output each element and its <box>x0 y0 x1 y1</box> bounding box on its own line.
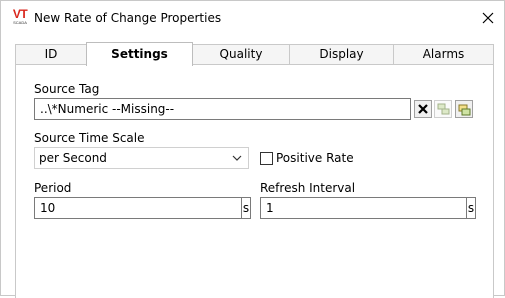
source-time-scale-select[interactable]: per Second <box>34 147 249 169</box>
close-icon <box>482 12 494 24</box>
close-button[interactable] <box>477 8 499 28</box>
source-tag-label: Source Tag <box>34 82 100 96</box>
tab-quality[interactable]: Quality <box>192 44 290 65</box>
tab-settings[interactable]: Settings <box>86 42 193 66</box>
tag-browse-button[interactable] <box>434 100 452 118</box>
chevron-down-icon <box>232 155 242 161</box>
refresh-interval-label: Refresh Interval <box>260 181 356 195</box>
period-label: Period <box>34 181 72 195</box>
tab-id[interactable]: ID <box>15 44 87 65</box>
period-unit: s <box>242 197 251 219</box>
clear-tag-button[interactable] <box>414 100 432 118</box>
source-time-scale-label: Source Time Scale <box>34 131 145 145</box>
logo-subtext: SCADA <box>13 20 27 25</box>
vtscada-logo-icon: VT SCADA <box>11 7 29 25</box>
tab-strip: ID Settings Quality Display Alarms <box>15 42 494 66</box>
tab-display[interactable]: Display <box>289 44 394 65</box>
title-bar: VT SCADA New Rate of Change Properties <box>1 1 504 35</box>
period-field[interactable]: 10 <box>34 197 242 219</box>
new-tag-button[interactable] <box>455 100 473 118</box>
tag-browse-icon <box>437 103 450 115</box>
source-time-scale-value: per Second <box>39 151 107 165</box>
refresh-interval-field[interactable]: 1 <box>260 197 467 219</box>
positive-rate-checkbox[interactable] <box>260 152 273 165</box>
positive-rate-label: Positive Rate <box>276 151 354 165</box>
window-title: New Rate of Change Properties <box>34 11 222 25</box>
clear-x-icon <box>418 104 428 114</box>
refresh-interval-unit: s <box>467 197 476 219</box>
settings-panel: Source Tag ..\*Numeric --Missing-- Sourc… <box>15 64 494 298</box>
source-tag-field[interactable]: ..\*Numeric --Missing-- <box>34 98 411 120</box>
properties-dialog: VT SCADA New Rate of Change Properties I… <box>0 0 505 298</box>
tab-alarms[interactable]: Alarms <box>393 44 494 65</box>
logo-text: VT <box>12 7 28 21</box>
new-tag-icon <box>458 104 471 116</box>
